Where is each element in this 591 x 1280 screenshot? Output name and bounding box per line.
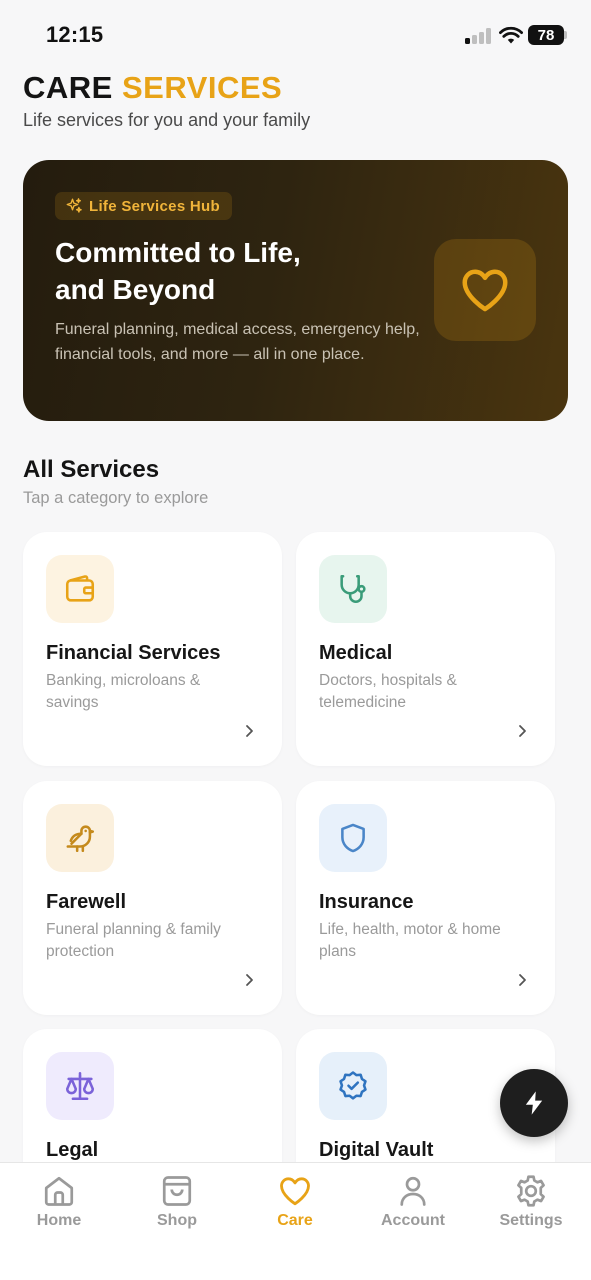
- card-title: Insurance: [319, 891, 414, 913]
- battery-tip: [564, 31, 567, 39]
- service-card-financial[interactable]: Financial Services Banking, microloans &…: [23, 532, 282, 766]
- card-description: Life, health, motor & home plans: [319, 921, 501, 960]
- hero-badge-label: Life Services Hub: [89, 197, 220, 215]
- service-card-medical[interactable]: Medical Doctors, hospitals & telemedicin…: [296, 532, 555, 766]
- card-description: Doctors, hospitals & telemedicine: [319, 672, 457, 711]
- scales-icon: [65, 1071, 95, 1101]
- tab-account[interactable]: Account: [363, 1173, 463, 1230]
- hero-banner[interactable]: Life Services Hub Committed to Life, and…: [23, 160, 568, 421]
- hero-badge: Life Services Hub: [55, 192, 232, 220]
- card-title: Digital Vault: [319, 1139, 434, 1161]
- lightning-bolt-icon: [525, 1091, 543, 1115]
- card-title: Financial Services: [46, 642, 221, 664]
- hero-description: Funeral planning, medical access, emerge…: [55, 321, 420, 363]
- sparkles-icon: [66, 198, 82, 213]
- cellular-signal-icon: [465, 28, 493, 44]
- battery-indicator: 78: [528, 25, 564, 45]
- bottom-tab-bar: Home Shop Care Account Settings: [0, 1162, 591, 1280]
- shield-icon: [341, 823, 365, 853]
- chevron-right-icon: [246, 725, 253, 737]
- page-title-main: CARE: [23, 70, 113, 105]
- wifi-icon: [499, 26, 523, 44]
- card-title: Legal: [46, 1139, 99, 1161]
- section-title: All Services: [23, 456, 160, 483]
- card-icon-box: [319, 804, 387, 872]
- chevron-right-icon: [246, 974, 253, 986]
- card-description: Banking, microloans & savings: [46, 672, 201, 711]
- tab-settings[interactable]: Settings: [481, 1173, 581, 1230]
- tab-care[interactable]: Care: [245, 1173, 345, 1230]
- card-icon-box: [46, 1052, 114, 1120]
- card-title: Farewell: [46, 891, 127, 913]
- hero-icon-box: [434, 239, 536, 341]
- gear-icon: [517, 1175, 545, 1207]
- section-subtitle: Tap a category to explore: [23, 489, 209, 507]
- card-icon-box: [319, 555, 387, 623]
- tab-label: Settings: [499, 1212, 563, 1229]
- page-subtitle: Life services for you and your family: [23, 110, 311, 130]
- service-card-insurance[interactable]: Insurance Life, health, motor & home pla…: [296, 781, 555, 1015]
- status-bar: 12:15 78: [0, 0, 591, 70]
- page-title: CARE SERVICES: [23, 70, 282, 106]
- chevron-right-icon: [519, 725, 526, 737]
- shopping-bag-icon: [162, 1176, 192, 1206]
- tab-shop[interactable]: Shop: [127, 1173, 227, 1230]
- hero-title-line1: Committed to Life,: [55, 237, 301, 268]
- stethoscope-icon: [340, 574, 366, 604]
- card-icon-box: [46, 555, 114, 623]
- bird-icon: [66, 825, 95, 853]
- card-icon-box: [46, 804, 114, 872]
- tab-label: Shop: [157, 1212, 197, 1229]
- verified-badge-icon: [339, 1071, 367, 1100]
- service-card-farewell[interactable]: Farewell Funeral planning & family prote…: [23, 781, 282, 1015]
- tab-home[interactable]: Home: [9, 1173, 109, 1230]
- chevron-right-icon: [519, 974, 526, 986]
- hero-title-line2: and Beyond: [55, 274, 216, 305]
- page-title-accent: SERVICES: [121, 70, 283, 105]
- status-time: 12:15: [46, 22, 104, 47]
- wallet-icon: [65, 575, 95, 602]
- tab-label: Home: [36, 1212, 82, 1229]
- card-icon-box: [319, 1052, 387, 1120]
- user-icon: [400, 1176, 426, 1206]
- tab-label: Account: [381, 1212, 445, 1229]
- hero-title: Committed to Life, and Beyond: [55, 234, 375, 308]
- quick-action-button[interactable]: [500, 1069, 568, 1137]
- card-title: Medical: [319, 642, 393, 664]
- heart-icon: [462, 269, 508, 312]
- heart-icon: [280, 1177, 310, 1206]
- tab-label: Care: [277, 1212, 313, 1229]
- home-icon: [44, 1176, 74, 1206]
- card-description: Funeral planning & family protection: [46, 921, 221, 960]
